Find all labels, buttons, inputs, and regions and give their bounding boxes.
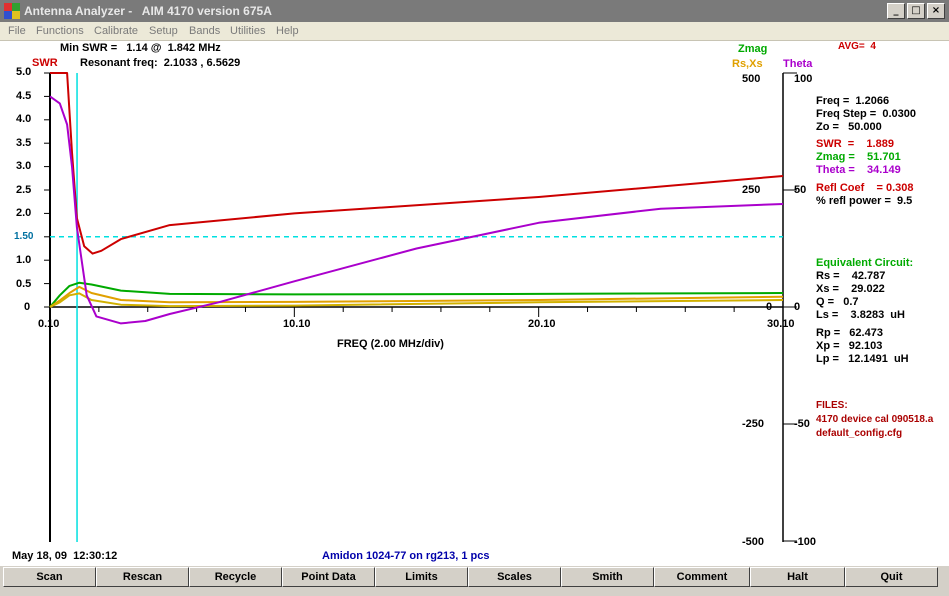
quit-button[interactable]: Quit [845,567,938,587]
plot-axes [44,72,797,542]
equivalent-circuit-title: Equivalent Circuit: [816,257,914,269]
limits-button[interactable]: Limits [375,567,468,587]
comment-button[interactable]: Comment [654,567,750,587]
swr-series-line [50,72,784,255]
readout-q: Q = 0.7 [816,296,859,308]
datetime-label: May 18, 09 12:30:12 [12,550,118,562]
scan-button[interactable]: Scan [3,567,96,587]
menu-functions[interactable]: Functions [36,25,84,37]
readout-swr: SWR = 1.889 [816,138,894,150]
title-bar: Antenna Analyzer - AIM 4170 version 675A… [0,0,949,22]
readout-xs: Xs = 29.022 [816,283,885,295]
button-bar: Scan Rescan Recycle Point Data Limits Sc… [0,566,949,596]
menu-bands[interactable]: Bands [189,25,220,37]
readout-xp: Xp = 92.103 [816,340,883,352]
rescan-button[interactable]: Rescan [96,567,189,587]
halt-button[interactable]: Halt [750,567,845,587]
plot-area[interactable] [0,40,949,566]
menu-calibrate[interactable]: Calibrate [94,25,138,37]
theta-series-line [49,95,784,325]
menu-file[interactable]: File [8,25,26,37]
window-title: Antenna Analyzer - AIM 4170 version 675A [24,4,272,18]
maximize-button[interactable]: □ [907,3,925,19]
menu-help[interactable]: Help [276,25,299,37]
close-button[interactable]: × [927,3,945,19]
readout-theta: Theta = 34.149 [816,164,901,176]
file-config: default_config.cfg [816,428,903,439]
readout-rs: Rs = 42.787 [816,270,886,282]
plot-series [49,72,784,325]
readout-freq-step: Freq Step = 0.0300 [816,108,916,120]
app-icon [4,3,20,19]
recycle-button[interactable]: Recycle [189,567,282,587]
files-title: FILES: [816,400,848,411]
readout-zmag: Zmag = 51.701 [816,151,901,163]
menu-setup[interactable]: Setup [149,25,178,37]
menu-bar: File Functions Calibrate Setup Bands Uti… [0,22,949,41]
point-data-button[interactable]: Point Data [282,567,375,587]
smith-button[interactable]: Smith [561,567,654,587]
readout-freq: Freq = 1.2066 [816,95,890,107]
scan-description: Amidon 1024-77 on rg213, 1 pcs [322,550,490,562]
readout-lp: Lp = 12.1491 uH [816,353,909,365]
scales-button[interactable]: Scales [468,567,561,587]
readout-ls: Ls = 3.8283 uH [816,309,905,321]
minimize-button[interactable]: _ [887,3,905,19]
readout-zo: Zo = 50.000 [816,121,882,133]
readout-refl-coef: Refl Coef = 0.308 [816,182,914,194]
menu-utilities[interactable]: Utilities [230,25,265,37]
readout-rp: Rp = 62.473 [816,327,883,339]
file-cal: 4170 device cal 090518.a [816,414,934,425]
readout-refl-power: % refl power = 9.5 [816,195,913,207]
